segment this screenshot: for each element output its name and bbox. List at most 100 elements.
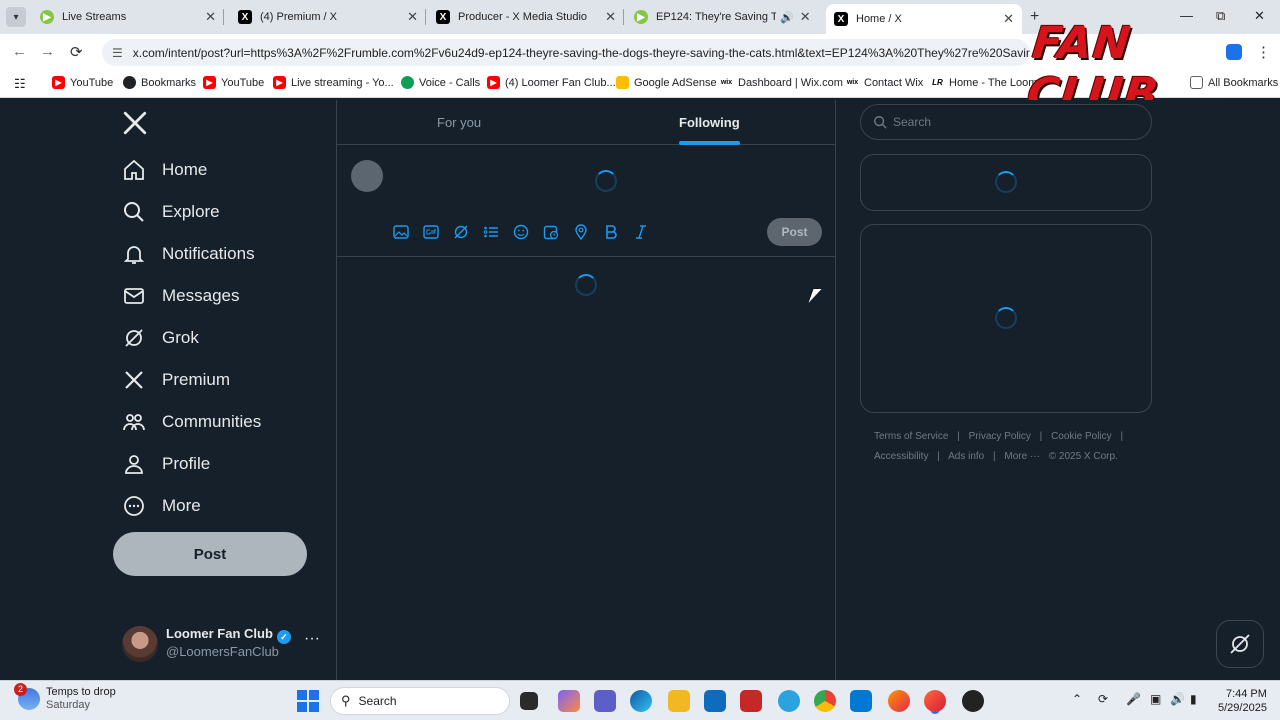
schedule-icon[interactable] [543, 224, 559, 240]
task-view-icon[interactable] [520, 692, 538, 710]
copilot-icon[interactable] [558, 690, 580, 712]
nav-communities[interactable]: Communities [112, 402, 271, 442]
nav-notifications[interactable]: Notifications [112, 234, 265, 274]
emoji-icon[interactable] [513, 224, 529, 240]
location-icon[interactable] [573, 224, 589, 240]
composer-post-button[interactable]: Post [767, 218, 822, 246]
nav-grok[interactable]: Grok [112, 318, 209, 358]
poll-icon[interactable] [483, 224, 499, 240]
more-dots-icon[interactable]: ··· [304, 630, 320, 648]
nav-profile[interactable]: Profile [112, 444, 220, 484]
footer-link-accessibility[interactable]: Accessibility [874, 451, 928, 462]
reload-icon[interactable]: ⟳ [70, 43, 83, 61]
footer-link-more[interactable]: More ··· [1004, 451, 1040, 462]
windows-start-icon[interactable] [297, 690, 319, 712]
menu-kebab-icon[interactable]: ⋮ [1256, 43, 1271, 61]
italic-icon[interactable] [633, 224, 649, 240]
tab-separator [623, 9, 624, 25]
speaker-icon[interactable]: 🔊 [780, 11, 794, 24]
file-explorer-icon[interactable] [668, 690, 690, 712]
bookmark-item[interactable]: Voice - Calls [401, 76, 480, 89]
apps-grid-icon[interactable]: ☷ [14, 76, 26, 92]
chevron-up-icon[interactable]: ⌃ [1072, 692, 1082, 706]
bookmark-item[interactable]: ▶ Live streaming - Yo... [273, 76, 394, 89]
nav-label: Grok [162, 328, 199, 347]
store-icon[interactable] [850, 690, 872, 712]
browser-tab-active[interactable]: X Home / X ✕ [826, 4, 1022, 34]
footer-separator: | [937, 451, 940, 462]
close-icon[interactable]: ✕ [407, 9, 418, 25]
close-icon[interactable]: ✕ [605, 9, 616, 25]
active-app-icon[interactable] [924, 690, 946, 712]
footer-link-ads-info[interactable]: Ads info [948, 451, 984, 462]
address-bar[interactable]: ☰ x.com/intent/post?url=https%3A%2F%2Fru… [102, 39, 1030, 66]
bookmark-label: Dashboard | Wix.com [738, 76, 843, 89]
close-icon[interactable]: ✕ [1003, 11, 1014, 27]
tab-separator [223, 9, 224, 25]
outlook-icon[interactable] [704, 690, 726, 712]
footer-separator: | [1120, 431, 1124, 442]
sync-icon[interactable]: ⟳ [1098, 692, 1108, 706]
x-logo-icon[interactable] [122, 110, 148, 136]
window-close-icon[interactable]: ✕ [1254, 8, 1265, 24]
bookmark-item[interactable]: wix Dashboard | Wix.com [720, 76, 843, 89]
battery-icon[interactable]: ▮ [1190, 692, 1197, 706]
grok-icon [1230, 634, 1250, 654]
taskbar-search[interactable]: ⚲ Search [330, 687, 510, 715]
browser-tab[interactable]: X (4) Premium / X ✕ [230, 4, 426, 30]
tab-following[interactable]: Following [679, 100, 740, 145]
weather-widget[interactable]: 2 Temps to drop Saturday [14, 683, 116, 712]
microphone-icon[interactable]: 🎤 [1126, 692, 1141, 706]
taskbar-clock[interactable]: 7:44 PM 5/29/2025 [1218, 687, 1267, 715]
windows-taskbar: 2 Temps to drop Saturday ⚲ Search ⌃ ⟳ 🎤 … [0, 680, 1280, 720]
nav-more[interactable]: More [112, 486, 211, 526]
obs-icon[interactable] [962, 690, 984, 712]
volume-icon[interactable]: 🔊 [1170, 692, 1185, 706]
bookmark-label: YouTube [221, 76, 265, 89]
browser-tab[interactable]: ▶ Live Streams ✕ [32, 4, 224, 30]
video-app-icon[interactable] [740, 690, 762, 712]
tab-for-you[interactable]: For you [437, 100, 481, 145]
back-icon[interactable]: ← [12, 43, 27, 60]
sidebar-post-button[interactable]: Post [113, 532, 307, 576]
tab-search-button[interactable]: ▾ [6, 7, 26, 27]
footer-link-privacy[interactable]: Privacy Policy [969, 431, 1031, 442]
bookmark-item[interactable]: Google AdSense [616, 76, 717, 89]
site-info-icon[interactable]: ☰ [112, 46, 123, 60]
telegram-icon[interactable] [778, 690, 800, 712]
bookmark-item[interactable]: Bookmarks [123, 76, 196, 89]
avatar [122, 626, 158, 662]
gif-icon[interactable] [423, 224, 439, 240]
bold-icon[interactable] [603, 224, 619, 240]
account-switcher[interactable]: Loomer Fan Club ✓ @LoomersFanClub ··· [122, 624, 322, 666]
browser-tab[interactable]: ▶ EP124: They're Saving The D 🔊 ✕ [626, 4, 822, 30]
browser-tab[interactable]: X Producer - X Media Studio ✕ [428, 4, 624, 30]
edge-icon[interactable] [630, 690, 652, 712]
footer-link-cookie[interactable]: Cookie Policy [1051, 431, 1112, 442]
account-name: Loomer Fan Club [166, 626, 273, 641]
grok-floating-button[interactable] [1216, 620, 1264, 668]
nav-premium[interactable]: Premium [112, 360, 240, 400]
footer-link-terms[interactable]: Terms of Service [874, 431, 948, 442]
bookmark-item[interactable]: LR Home - The Loome [931, 76, 1044, 89]
clock-time: 7:44 PM [1225, 688, 1267, 700]
chrome-icon[interactable] [814, 690, 836, 712]
bookmark-item[interactable]: ▶ YouTube [203, 76, 264, 89]
nav-explore[interactable]: Explore [112, 192, 230, 232]
teams-icon[interactable] [594, 690, 616, 712]
bookmark-item[interactable]: ▶ (4) Loomer Fan Club... [487, 76, 616, 89]
network-icon[interactable]: ▣ [1150, 692, 1161, 706]
bookmark-item[interactable]: ▶ YouTube [52, 76, 113, 89]
search-input[interactable]: Search [893, 115, 931, 129]
search-box[interactable]: Search [860, 104, 1152, 140]
extension-shield-icon[interactable] [1226, 44, 1242, 60]
firefox-icon[interactable] [888, 690, 910, 712]
close-icon[interactable]: ✕ [205, 9, 216, 25]
nav-messages[interactable]: Messages [112, 276, 249, 316]
bookmark-item[interactable]: wix Contact Wix [846, 76, 923, 89]
nav-home[interactable]: Home [112, 150, 217, 190]
image-icon[interactable] [393, 224, 409, 240]
grok-icon[interactable] [453, 224, 469, 240]
close-icon[interactable]: ✕ [800, 9, 811, 25]
forward-icon[interactable]: → [40, 43, 55, 60]
